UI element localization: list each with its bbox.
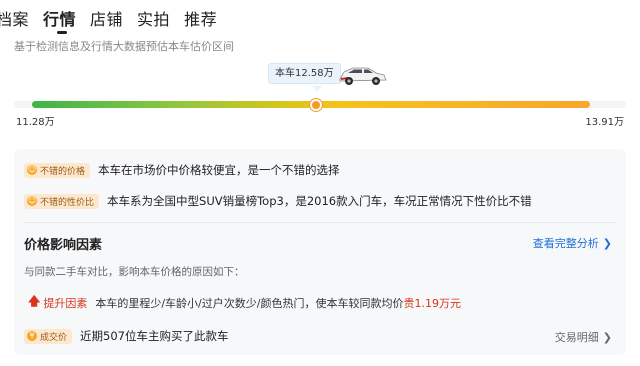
- factor-name: 提升因素: [43, 296, 88, 310]
- link-label: 交易明细: [554, 331, 599, 344]
- deal-badge: ¥ 成交价: [24, 328, 73, 344]
- highlight-text: 本车系为全国中型SUV销量榜Top3，是2016款入门车，车况正常情况下性价比不…: [107, 194, 532, 208]
- estimate-bubble: 本车12.58万: [268, 62, 341, 92]
- tab-recommend[interactable]: 推荐: [184, 6, 217, 30]
- chevron-right-icon: ❯: [602, 331, 612, 344]
- smile-icon: ☺: [27, 165, 37, 175]
- good-value-badge: ☺ 不错的性价比: [24, 193, 100, 209]
- factor-price-diff: 贵1.19万元: [403, 296, 461, 310]
- deal-text: 近期507位车主购买了此款车: [80, 329, 229, 343]
- link-label: 查看完整分析: [532, 237, 599, 250]
- badge-label: 不错的性价比: [40, 197, 95, 208]
- range-max-label: 13.91万: [585, 117, 624, 128]
- up-factor-row: 🡅 提升因素 本车的里程少/车龄小/过户次数少/颜色热门，使本车较同款均价 贵1…: [28, 292, 461, 313]
- section-divider: [24, 222, 616, 223]
- factors-title: 价格影响因素: [24, 238, 103, 253]
- bubble-pointer: [312, 86, 322, 92]
- tab-photos[interactable]: 实拍: [137, 6, 170, 30]
- factor-description: 本车的里程少/车龄小/过户次数少/颜色热门，使本车较同款均价: [95, 296, 404, 310]
- estimate-subtitle: 基于检测信息及行情大数据预估本车估价区间: [14, 40, 234, 53]
- tab-store[interactable]: 店铺: [90, 6, 123, 30]
- price-marker: [310, 99, 322, 111]
- highlight-row: ☺ 不错的性价比 本车系为全国中型SUV销量榜Top3，是2016款入门车，车况…: [24, 193, 532, 209]
- tag-icon: ¥: [27, 331, 37, 341]
- tab-bar: 档案 行情 店铺 实拍 推荐: [0, 0, 217, 36]
- car-icon: [339, 67, 387, 85]
- chevron-right-icon: ❯: [602, 237, 612, 250]
- highlight-text: 本车在市场价中价格较便宜，是一个不错的选择: [98, 163, 340, 177]
- good-price-badge: ☺ 不错的价格: [24, 162, 91, 178]
- deal-row[interactable]: ¥ 成交价 近期507位车主购买了此款车: [24, 328, 228, 344]
- analysis-card: [14, 149, 626, 355]
- estimate-label: 本车12.58万: [268, 62, 341, 84]
- tab-market[interactable]: 行情: [43, 6, 76, 34]
- badge-label: 成交价: [40, 332, 68, 343]
- range-min-label: 11.28万: [16, 117, 55, 128]
- deal-detail-link[interactable]: 交易明细 ❯: [555, 329, 612, 345]
- badge-label: 不错的价格: [40, 166, 86, 177]
- compare-text: 与同款二手车对比，影响本车价格的原因如下：: [24, 266, 245, 278]
- tab-archive[interactable]: 档案: [0, 6, 29, 30]
- smile-icon: ☺: [27, 196, 37, 206]
- highlight-row: ☺ 不错的价格 本车在市场价中价格较便宜，是一个不错的选择: [24, 162, 340, 178]
- arrow-up-icon: 🡅: [28, 294, 41, 308]
- view-full-analysis-link[interactable]: 查看完整分析 ❯: [533, 235, 612, 251]
